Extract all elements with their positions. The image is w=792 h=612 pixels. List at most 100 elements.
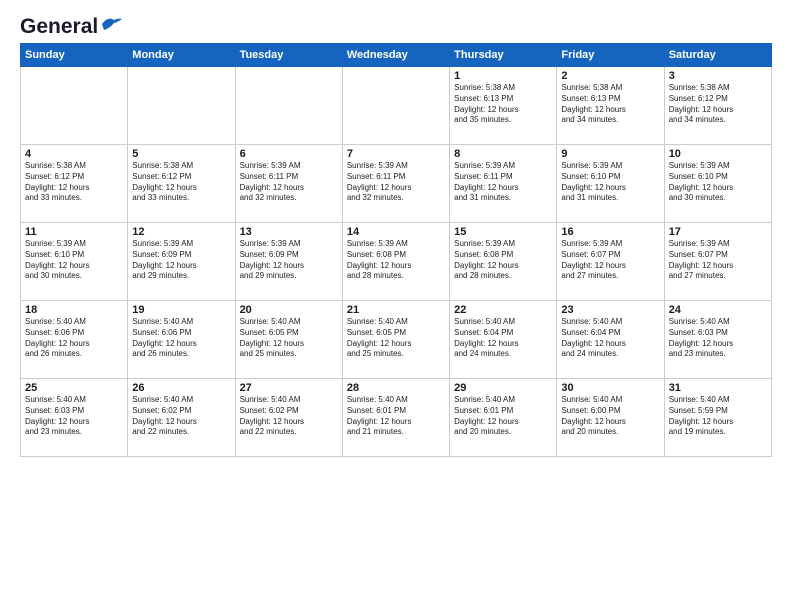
- day-info: Sunrise: 5:38 AM Sunset: 6:13 PM Dayligh…: [561, 83, 659, 126]
- day-number: 18: [25, 304, 123, 316]
- day-number: 5: [132, 148, 230, 160]
- calendar-cell: 1Sunrise: 5:38 AM Sunset: 6:13 PM Daylig…: [450, 67, 557, 145]
- header-tuesday: Tuesday: [235, 44, 342, 67]
- day-info: Sunrise: 5:40 AM Sunset: 6:06 PM Dayligh…: [132, 317, 230, 360]
- calendar-cell: 14Sunrise: 5:39 AM Sunset: 6:08 PM Dayli…: [342, 223, 449, 301]
- calendar-cell: 5Sunrise: 5:38 AM Sunset: 6:12 PM Daylig…: [128, 145, 235, 223]
- day-info: Sunrise: 5:39 AM Sunset: 6:11 PM Dayligh…: [454, 161, 552, 204]
- day-info: Sunrise: 5:40 AM Sunset: 6:00 PM Dayligh…: [561, 395, 659, 438]
- calendar-cell: 17Sunrise: 5:39 AM Sunset: 6:07 PM Dayli…: [664, 223, 771, 301]
- day-info: Sunrise: 5:40 AM Sunset: 5:59 PM Dayligh…: [669, 395, 767, 438]
- day-info: Sunrise: 5:38 AM Sunset: 6:12 PM Dayligh…: [132, 161, 230, 204]
- calendar-cell: 6Sunrise: 5:39 AM Sunset: 6:11 PM Daylig…: [235, 145, 342, 223]
- day-number: 7: [347, 148, 445, 160]
- day-info: Sunrise: 5:39 AM Sunset: 6:08 PM Dayligh…: [347, 239, 445, 282]
- day-number: 22: [454, 304, 552, 316]
- day-info: Sunrise: 5:40 AM Sunset: 6:04 PM Dayligh…: [454, 317, 552, 360]
- day-info: Sunrise: 5:38 AM Sunset: 6:12 PM Dayligh…: [25, 161, 123, 204]
- week-row-2: 4Sunrise: 5:38 AM Sunset: 6:12 PM Daylig…: [21, 145, 772, 223]
- calendar-cell: 9Sunrise: 5:39 AM Sunset: 6:10 PM Daylig…: [557, 145, 664, 223]
- day-info: Sunrise: 5:39 AM Sunset: 6:09 PM Dayligh…: [132, 239, 230, 282]
- day-number: 26: [132, 382, 230, 394]
- calendar-cell: 26Sunrise: 5:40 AM Sunset: 6:02 PM Dayli…: [128, 379, 235, 457]
- calendar-cell: 28Sunrise: 5:40 AM Sunset: 6:01 PM Dayli…: [342, 379, 449, 457]
- calendar-cell: 8Sunrise: 5:39 AM Sunset: 6:11 PM Daylig…: [450, 145, 557, 223]
- day-number: 10: [669, 148, 767, 160]
- calendar-cell: 24Sunrise: 5:40 AM Sunset: 6:03 PM Dayli…: [664, 301, 771, 379]
- day-number: 28: [347, 382, 445, 394]
- calendar-cell: 11Sunrise: 5:39 AM Sunset: 6:10 PM Dayli…: [21, 223, 128, 301]
- day-info: Sunrise: 5:40 AM Sunset: 6:02 PM Dayligh…: [132, 395, 230, 438]
- day-info: Sunrise: 5:39 AM Sunset: 6:10 PM Dayligh…: [561, 161, 659, 204]
- header-friday: Friday: [557, 44, 664, 67]
- calendar-cell: 3Sunrise: 5:38 AM Sunset: 6:12 PM Daylig…: [664, 67, 771, 145]
- day-info: Sunrise: 5:38 AM Sunset: 6:13 PM Dayligh…: [454, 83, 552, 126]
- week-row-3: 11Sunrise: 5:39 AM Sunset: 6:10 PM Dayli…: [21, 223, 772, 301]
- day-info: Sunrise: 5:40 AM Sunset: 6:06 PM Dayligh…: [25, 317, 123, 360]
- day-info: Sunrise: 5:39 AM Sunset: 6:10 PM Dayligh…: [669, 161, 767, 204]
- day-number: 16: [561, 226, 659, 238]
- calendar-table: SundayMondayTuesdayWednesdayThursdayFrid…: [20, 43, 772, 457]
- calendar-cell: 2Sunrise: 5:38 AM Sunset: 6:13 PM Daylig…: [557, 67, 664, 145]
- calendar-cell: 31Sunrise: 5:40 AM Sunset: 5:59 PM Dayli…: [664, 379, 771, 457]
- day-number: 27: [240, 382, 338, 394]
- day-info: Sunrise: 5:39 AM Sunset: 6:07 PM Dayligh…: [669, 239, 767, 282]
- day-number: 11: [25, 226, 123, 238]
- day-info: Sunrise: 5:40 AM Sunset: 6:01 PM Dayligh…: [454, 395, 552, 438]
- day-number: 12: [132, 226, 230, 238]
- day-info: Sunrise: 5:39 AM Sunset: 6:08 PM Dayligh…: [454, 239, 552, 282]
- header-row: SundayMondayTuesdayWednesdayThursdayFrid…: [21, 44, 772, 67]
- calendar-cell: 22Sunrise: 5:40 AM Sunset: 6:04 PM Dayli…: [450, 301, 557, 379]
- day-number: 13: [240, 226, 338, 238]
- day-number: 8: [454, 148, 552, 160]
- day-info: Sunrise: 5:38 AM Sunset: 6:12 PM Dayligh…: [669, 83, 767, 126]
- day-info: Sunrise: 5:40 AM Sunset: 6:03 PM Dayligh…: [669, 317, 767, 360]
- day-number: 19: [132, 304, 230, 316]
- calendar-cell: [235, 67, 342, 145]
- logo-bird-icon: [100, 16, 122, 32]
- calendar-cell: 27Sunrise: 5:40 AM Sunset: 6:02 PM Dayli…: [235, 379, 342, 457]
- day-info: Sunrise: 5:39 AM Sunset: 6:11 PM Dayligh…: [347, 161, 445, 204]
- day-info: Sunrise: 5:40 AM Sunset: 6:04 PM Dayligh…: [561, 317, 659, 360]
- day-info: Sunrise: 5:39 AM Sunset: 6:09 PM Dayligh…: [240, 239, 338, 282]
- header-thursday: Thursday: [450, 44, 557, 67]
- calendar-cell: 13Sunrise: 5:39 AM Sunset: 6:09 PM Dayli…: [235, 223, 342, 301]
- header: General: [20, 16, 772, 35]
- calendar-cell: 29Sunrise: 5:40 AM Sunset: 6:01 PM Dayli…: [450, 379, 557, 457]
- calendar-cell: 12Sunrise: 5:39 AM Sunset: 6:09 PM Dayli…: [128, 223, 235, 301]
- day-info: Sunrise: 5:40 AM Sunset: 6:01 PM Dayligh…: [347, 395, 445, 438]
- day-number: 20: [240, 304, 338, 316]
- day-info: Sunrise: 5:40 AM Sunset: 6:03 PM Dayligh…: [25, 395, 123, 438]
- day-info: Sunrise: 5:39 AM Sunset: 6:07 PM Dayligh…: [561, 239, 659, 282]
- day-number: 21: [347, 304, 445, 316]
- day-info: Sunrise: 5:39 AM Sunset: 6:11 PM Dayligh…: [240, 161, 338, 204]
- calendar-cell: 25Sunrise: 5:40 AM Sunset: 6:03 PM Dayli…: [21, 379, 128, 457]
- week-row-1: 1Sunrise: 5:38 AM Sunset: 6:13 PM Daylig…: [21, 67, 772, 145]
- calendar-page: General SundayMondayTuesdayWednesdayThur…: [0, 0, 792, 467]
- day-number: 6: [240, 148, 338, 160]
- day-number: 4: [25, 148, 123, 160]
- calendar-cell: 15Sunrise: 5:39 AM Sunset: 6:08 PM Dayli…: [450, 223, 557, 301]
- day-info: Sunrise: 5:39 AM Sunset: 6:10 PM Dayligh…: [25, 239, 123, 282]
- calendar-cell: [342, 67, 449, 145]
- header-saturday: Saturday: [664, 44, 771, 67]
- logo: General: [20, 16, 122, 35]
- header-sunday: Sunday: [21, 44, 128, 67]
- day-info: Sunrise: 5:40 AM Sunset: 6:02 PM Dayligh…: [240, 395, 338, 438]
- calendar-cell: 23Sunrise: 5:40 AM Sunset: 6:04 PM Dayli…: [557, 301, 664, 379]
- day-number: 15: [454, 226, 552, 238]
- calendar-cell: 10Sunrise: 5:39 AM Sunset: 6:10 PM Dayli…: [664, 145, 771, 223]
- day-number: 29: [454, 382, 552, 394]
- day-number: 1: [454, 70, 552, 82]
- day-number: 14: [347, 226, 445, 238]
- calendar-cell: 16Sunrise: 5:39 AM Sunset: 6:07 PM Dayli…: [557, 223, 664, 301]
- calendar-cell: 21Sunrise: 5:40 AM Sunset: 6:05 PM Dayli…: [342, 301, 449, 379]
- calendar-cell: 18Sunrise: 5:40 AM Sunset: 6:06 PM Dayli…: [21, 301, 128, 379]
- day-number: 23: [561, 304, 659, 316]
- header-wednesday: Wednesday: [342, 44, 449, 67]
- day-number: 30: [561, 382, 659, 394]
- day-number: 25: [25, 382, 123, 394]
- calendar-cell: 19Sunrise: 5:40 AM Sunset: 6:06 PM Dayli…: [128, 301, 235, 379]
- week-row-5: 25Sunrise: 5:40 AM Sunset: 6:03 PM Dayli…: [21, 379, 772, 457]
- day-info: Sunrise: 5:40 AM Sunset: 6:05 PM Dayligh…: [240, 317, 338, 360]
